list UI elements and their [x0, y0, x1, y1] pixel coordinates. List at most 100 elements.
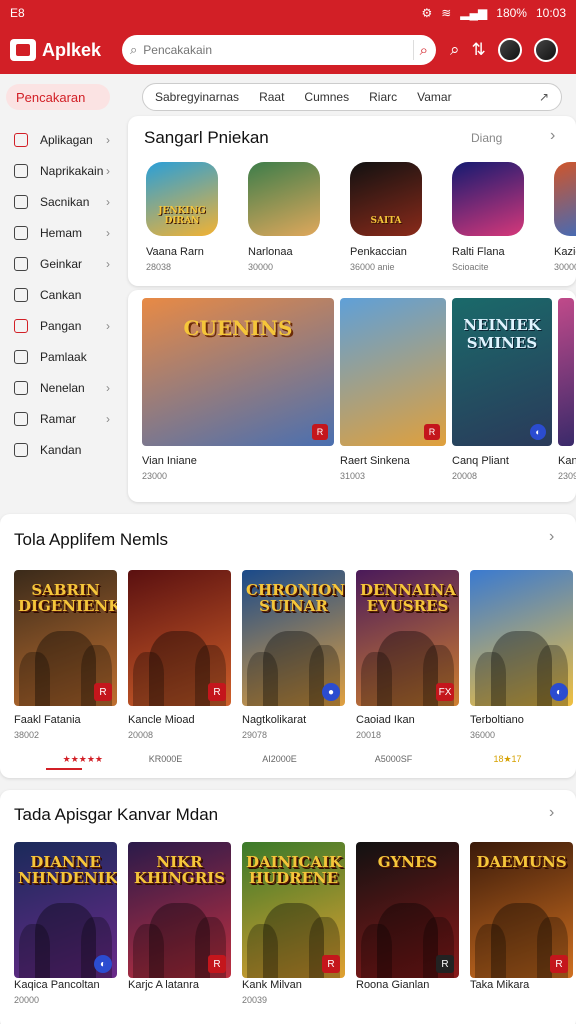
game-label[interactable]: Nagtkolikarat 29078: [242, 714, 345, 740]
chips-expand-icon[interactable]: ↗: [539, 90, 549, 104]
sidebar-item[interactable]: Kandan: [0, 434, 126, 465]
chevron-right-icon: ›: [106, 163, 110, 178]
search-input[interactable]: [143, 43, 407, 57]
sidebar-item[interactable]: Pangan ›: [0, 310, 126, 341]
game-cover[interactable]: CHRONION SUINAR ●: [242, 570, 345, 706]
account-avatar[interactable]: [533, 38, 558, 62]
game-cover[interactable]: DENNAINA EVUSRES FX: [356, 570, 459, 706]
featured-app[interactable]: SAITA Penkaccian 36000 anie: [350, 162, 424, 272]
game-name: Nagtkolikarat: [242, 714, 307, 726]
chip[interactable]: Raat: [259, 90, 284, 104]
sidebar-item[interactable]: Naprikakain ›: [0, 155, 126, 186]
app-icon-image[interactable]: [554, 162, 576, 236]
chip[interactable]: Vamar: [417, 90, 451, 104]
chip[interactable]: Sabregyinarnas: [155, 90, 239, 104]
game-label[interactable]: Roona Gianlan: [356, 979, 459, 1005]
sidebar-item[interactable]: Ramar ›: [0, 403, 126, 434]
search-divider: [412, 40, 414, 60]
game-label[interactable]: Karjc A latanra: [128, 979, 231, 1005]
sidebar-item[interactable]: Aplikagan ›: [0, 124, 126, 155]
chip[interactable]: Cumnes: [304, 90, 349, 104]
wrench-icon: [14, 256, 28, 271]
filter-icon[interactable]: ⇅: [472, 40, 486, 60]
banner-sub: 20008: [452, 471, 478, 481]
sidebar-item-label: Kandan: [40, 442, 82, 457]
banner-game[interactable]: R: [340, 298, 446, 446]
app-icon-image[interactable]: [452, 162, 524, 236]
game-label[interactable]: Kaqica Pancoltan 20000: [14, 979, 117, 1005]
sidebar-item-label: Pamlaak: [40, 349, 87, 364]
featured-more-link[interactable]: Diang: [471, 131, 502, 145]
sidebar-item[interactable]: Hemam ›: [0, 217, 126, 248]
featured-apps: JENKING DIRAN Vaana Rarn 28038 Narlonaa 3000…: [146, 162, 576, 272]
sidebar-item[interactable]: Pamlaak: [0, 341, 126, 372]
banner-meta-row: Vian Iniane 23000 Raert Sinkena 31003 Canq P…: [142, 455, 576, 481]
game-label[interactable]: Caoiad Ikan 20018: [356, 714, 459, 740]
game-figure: [19, 651, 51, 706]
banner-title: CUENINS: [183, 316, 293, 340]
app-logo[interactable]: Aplkek: [10, 39, 122, 61]
banner-game[interactable]: NEINIEK SMINES ◐: [452, 298, 552, 446]
banner-row: CUENINS R R NEINIEK SMINES ◐: [142, 298, 574, 446]
sidebar-item-label: Hemam: [40, 225, 83, 240]
banner-title: NEINIEK SMINES: [463, 316, 541, 352]
banner-game[interactable]: CUENINS R: [142, 298, 334, 446]
chevron-right-icon: ›: [106, 318, 110, 333]
sidebar-item[interactable]: Cankan: [0, 279, 126, 310]
game-label[interactable]: Kancle Mioad 20008: [128, 714, 231, 740]
game-cover[interactable]: R: [128, 570, 231, 706]
app-meta: 30000: [554, 262, 576, 272]
section-games-labels: Kaqica Pancoltan 20000 Karjc A latanra Kank…: [14, 979, 573, 1005]
game-cover[interactable]: GYNES R: [356, 842, 459, 978]
sidebar-item[interactable]: Nenelan ›: [0, 372, 126, 403]
game-label[interactable]: Faakl Fatania 38002: [14, 714, 117, 740]
featured-app[interactable]: Narlonaa 30000: [248, 162, 322, 272]
app-meta: Scioacite: [452, 262, 489, 272]
featured-app[interactable]: JENKING DIRAN Vaana Rarn 28038: [146, 162, 220, 272]
game-cover[interactable]: DIANNE NHNDENIKS ◐: [14, 842, 117, 978]
featured-app[interactable]: Kazig 30000: [554, 162, 576, 272]
search-bar[interactable]: ⌕ ⌕: [122, 35, 436, 65]
app-name: Aplkek: [42, 39, 102, 60]
chevron-right-icon[interactable]: ›: [550, 127, 555, 145]
search-submit-icon[interactable]: ⌕: [420, 42, 428, 59]
game-rating: 18★17: [493, 754, 522, 764]
app-meta: 30000: [248, 262, 274, 272]
featured-card: Sangarl Pniekan Diang › JENKING DIRAN Vaa…: [128, 116, 576, 286]
chevron-right-icon: ›: [106, 194, 110, 209]
game-label[interactable]: Terboltiano 36000: [470, 714, 573, 740]
chevron-right-icon[interactable]: ›: [549, 804, 554, 822]
game-name: Faakl Fatania: [14, 714, 81, 726]
app-icon-image[interactable]: [248, 162, 320, 236]
search-icon[interactable]: ⌕: [450, 40, 460, 60]
app-icon-art-text: JENKING DIRAN: [158, 206, 206, 226]
game-cover[interactable]: NIKR KHINGRIS R: [128, 842, 231, 978]
chevron-right-icon[interactable]: ›: [549, 528, 554, 546]
featured-title: Sangarl Pniekan: [144, 128, 269, 147]
sidebar-item-active[interactable]: Pencakaran: [6, 84, 110, 110]
avatar[interactable]: [497, 38, 522, 62]
featured-app[interactable]: Ralti Flana Scioacite: [452, 162, 526, 272]
store-badge-icon: R: [208, 955, 226, 973]
app-icon-image[interactable]: SAITA: [350, 162, 422, 236]
sidebar-item[interactable]: Geinkar ›: [0, 248, 126, 279]
game-label[interactable]: Kank Milvan 20039: [242, 979, 345, 1005]
banner-game[interactable]: [558, 298, 574, 446]
game-cover[interactable]: DAEMUNS R: [470, 842, 573, 978]
chat-icon: [14, 163, 28, 178]
store-badge-icon: R: [94, 683, 112, 701]
chip[interactable]: Riarc: [369, 90, 397, 104]
sidebar-item[interactable]: Sacnikan ›: [0, 186, 126, 217]
game-cover[interactable]: ◐: [470, 570, 573, 706]
app-icon-image[interactable]: JENKING DIRAN: [146, 162, 218, 236]
game-figure: [247, 923, 279, 978]
game-meta: 36000: [470, 730, 496, 740]
sidebar-item-label: Nenelan: [40, 380, 85, 395]
game-cover[interactable]: SABRIN DIGENIENK R: [14, 570, 117, 706]
game-figure: [475, 651, 507, 706]
game-meta: 20039: [242, 995, 268, 1005]
shield-icon: [14, 411, 28, 426]
game-label[interactable]: Taka Mikara: [470, 979, 573, 1005]
game-meta: 20018: [356, 730, 382, 740]
game-cover[interactable]: DAINICAIK HUDRENE R: [242, 842, 345, 978]
